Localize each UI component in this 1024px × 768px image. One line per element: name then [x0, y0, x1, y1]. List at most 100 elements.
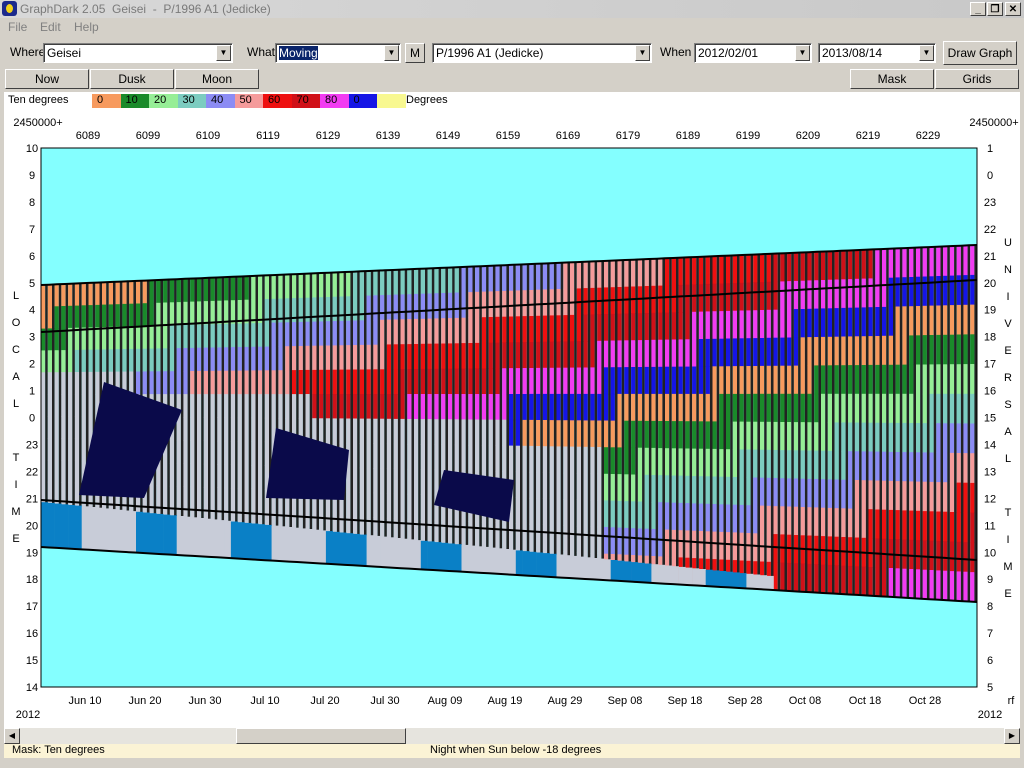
night-strip — [827, 308, 832, 338]
night-strip — [827, 422, 832, 452]
night-strip — [576, 314, 581, 342]
night-strip — [136, 303, 141, 327]
start-date-select[interactable]: 2012/02/01 ▼ — [694, 43, 812, 63]
twilight-strip — [624, 561, 632, 582]
night-strip — [176, 440, 181, 464]
scroll-right-icon[interactable]: ▶ — [1004, 728, 1020, 744]
horizontal-scrollbar[interactable]: ◀ ▶ — [4, 728, 1020, 744]
night-strip — [536, 263, 541, 291]
night-strip — [943, 452, 948, 483]
night-strip — [949, 364, 955, 395]
night-strip — [658, 339, 663, 368]
night-strip — [726, 283, 731, 312]
menu-file[interactable]: File — [8, 20, 27, 34]
night-strip — [739, 282, 744, 312]
night-strip — [197, 301, 202, 326]
night-strip — [712, 531, 717, 560]
minimize-icon[interactable]: _ — [970, 2, 986, 16]
chevron-down-icon[interactable]: ▼ — [216, 45, 231, 61]
menu-edit[interactable]: Edit — [40, 20, 61, 34]
menu-help[interactable]: Help — [74, 20, 99, 34]
night-strip — [963, 453, 968, 484]
scroll-left-icon[interactable]: ◀ — [4, 728, 20, 744]
night-strip — [366, 344, 371, 370]
night-strip — [81, 305, 86, 328]
end-date-select[interactable]: 2013/08/14 ▼ — [818, 43, 936, 63]
night-strip — [488, 317, 493, 344]
draw-graph-button[interactable]: Draw Graph — [943, 41, 1017, 65]
night-strip — [414, 419, 419, 445]
night-strip — [339, 345, 344, 371]
night-strip — [230, 394, 236, 419]
night-strip — [448, 368, 453, 395]
night-strip — [766, 449, 771, 479]
mask-button[interactable]: Mask — [850, 69, 934, 89]
night-strip — [414, 369, 419, 395]
right-axis-letter: V — [1004, 318, 1012, 330]
night-strip — [644, 393, 649, 422]
night-strip — [102, 327, 107, 350]
night-strip — [583, 473, 588, 501]
m-button[interactable]: M — [405, 43, 425, 63]
night-strip — [102, 304, 107, 328]
night-strip — [909, 539, 914, 570]
night-strip — [224, 487, 229, 512]
night-strip — [895, 393, 900, 424]
night-strip — [678, 312, 683, 340]
night-strip — [793, 309, 799, 338]
chevron-down-icon[interactable]: ▼ — [384, 45, 399, 61]
night-strip — [122, 326, 127, 350]
strip-gap — [838, 250, 842, 594]
close-icon[interactable]: ✕ — [1005, 2, 1021, 16]
dusk-button[interactable]: Dusk — [90, 69, 174, 89]
strip-gap — [262, 275, 265, 560]
night-strip — [339, 272, 344, 297]
where-select[interactable]: Geisei ▼ — [43, 43, 233, 63]
night-strip — [556, 446, 561, 474]
night-strip — [461, 419, 466, 446]
restore-icon[interactable]: ❐ — [987, 2, 1003, 16]
night-strip — [895, 422, 900, 453]
night-strip — [671, 448, 676, 476]
now-button[interactable]: Now — [5, 69, 89, 89]
night-strip — [129, 281, 134, 305]
strip-gap — [655, 258, 659, 584]
scroll-thumb[interactable] — [236, 728, 406, 744]
night-strip — [325, 369, 331, 395]
night-strip — [251, 275, 256, 300]
night-strip — [943, 423, 948, 454]
night-strip — [190, 417, 195, 441]
what-select[interactable]: Moving ▼ — [275, 43, 401, 63]
night-strip — [74, 327, 80, 351]
when-label: When — [660, 45, 692, 59]
night-strip — [515, 445, 520, 473]
moon-button[interactable]: Moon — [175, 69, 259, 89]
night-strip — [678, 366, 683, 395]
night-strip — [576, 262, 581, 289]
night-strip — [475, 291, 480, 318]
menu-bar: File Edit Help — [0, 18, 1024, 36]
twilight-strip — [305, 529, 313, 563]
night-strip — [949, 334, 955, 365]
night-strip — [529, 368, 534, 395]
night-strip — [190, 440, 195, 464]
night-strip — [74, 372, 80, 395]
night-strip — [753, 338, 758, 367]
night-strip — [916, 481, 921, 512]
left-hour-tick: 2 — [29, 359, 35, 371]
night-strip — [705, 503, 710, 532]
night-strip — [590, 446, 595, 474]
night-strip — [726, 421, 731, 450]
chevron-down-icon[interactable]: ▼ — [635, 45, 650, 61]
chevron-down-icon[interactable]: ▼ — [795, 45, 810, 61]
night-strip — [563, 420, 568, 447]
night-strip — [502, 368, 507, 395]
object-select[interactable]: P/1996 A1 (Jedicke) ▼ — [432, 43, 652, 63]
grids-button[interactable]: Grids — [935, 69, 1019, 89]
night-strip — [963, 364, 968, 395]
chevron-down-icon[interactable]: ▼ — [919, 45, 934, 61]
night-strip — [258, 488, 263, 514]
night-strip — [814, 365, 819, 395]
night-strip — [468, 317, 473, 344]
night-strip — [956, 512, 961, 543]
